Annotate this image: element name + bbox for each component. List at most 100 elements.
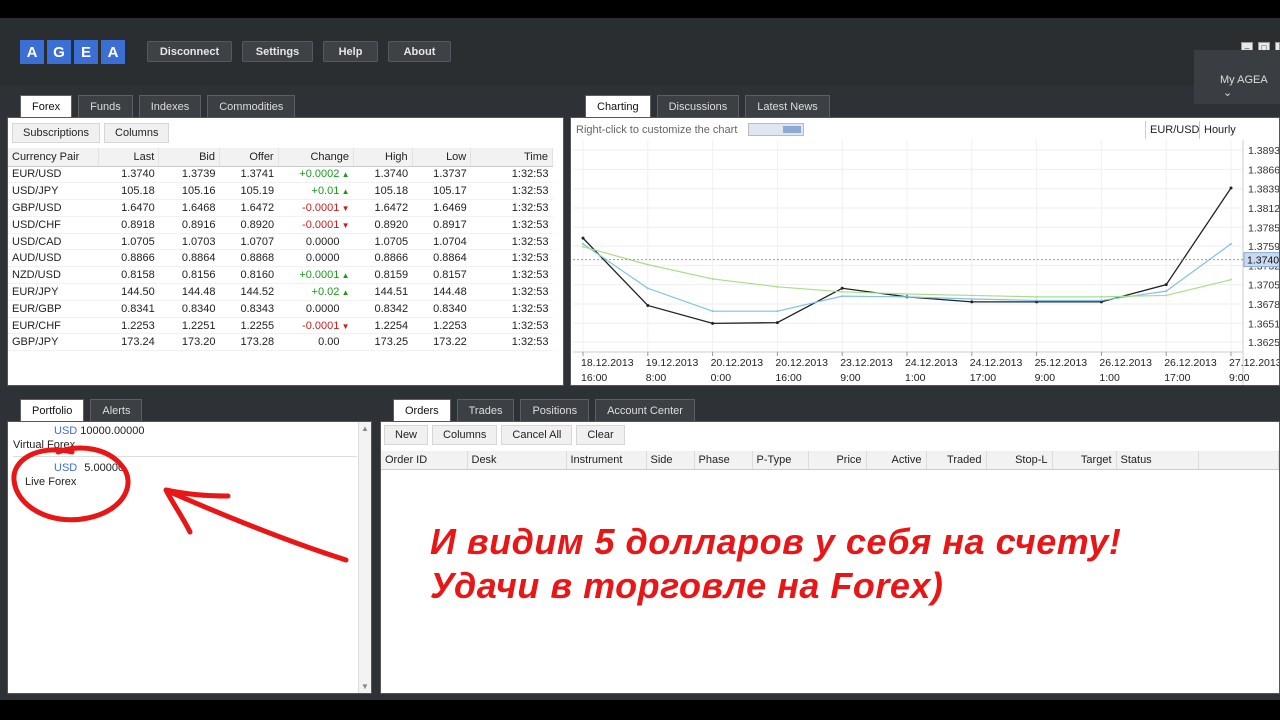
col-last[interactable]: Last — [98, 148, 160, 167]
annotation-text: И видим 5 долларов у себя на счету! Удач… — [430, 520, 1121, 608]
subscriptions-button[interactable]: Subscriptions — [12, 123, 101, 143]
my-agea-label: My AGEA — [1220, 74, 1268, 86]
table-row[interactable]: NZD/USD 0.8158 0.8156 0.8160 +0.0001 ▲ 0.8159… — [8, 266, 553, 285]
cell-time: 1:32:53 — [470, 233, 553, 251]
cell-change: 0.00 — [278, 333, 354, 352]
x-tick-label: 18.12.2013 — [581, 357, 634, 369]
cell-last: 1.0705 — [98, 233, 159, 251]
col-currency-pair[interactable]: Currency Pair — [8, 148, 99, 167]
cell-bid-value: 0.8916 — [181, 218, 216, 231]
cell-offer-value: 0.8920 — [240, 218, 275, 231]
cell-pair: GBP/JPY — [8, 333, 99, 352]
columns-button[interactable]: Columns — [104, 123, 170, 143]
data-point — [970, 298, 973, 300]
about-button[interactable]: About — [388, 41, 451, 62]
cell-last: 1.3740 — [98, 166, 159, 184]
tab-discussions[interactable]: Discussions — [656, 95, 740, 117]
table-row[interactable]: USD/CHF 0.8918 0.8916 0.8920 -0.0001 ▼ 0.8920… — [8, 216, 553, 234]
col-instrument[interactable]: Instrument — [566, 451, 647, 470]
help-button[interactable]: Help — [323, 41, 378, 62]
data-point — [970, 294, 973, 297]
cell-bid-value: 1.3739 — [181, 168, 216, 181]
cell-offer-value: 1.0707 — [240, 235, 275, 248]
col-low[interactable]: Low — [412, 148, 472, 167]
scroll-down-icon[interactable]: ▼ — [361, 682, 369, 691]
tab-positions[interactable]: Positions — [520, 399, 590, 421]
table-row[interactable]: USD/JPY 105.18 105.16 105.19 +0.01 ▲ 105.18 10… — [8, 182, 553, 201]
cell-last: 1.2253 — [98, 317, 159, 335]
col-change[interactable]: Change — [278, 148, 355, 167]
col-traded[interactable]: Traded — [926, 451, 987, 470]
cell-change-value: 0.0000 — [305, 252, 340, 265]
data-point — [711, 321, 715, 325]
table-row[interactable]: GBP/JPY 173.24 173.20 173.28 0.00 173.25 173.2… — [8, 333, 553, 352]
cell-time-value: 1:32:53 — [511, 201, 549, 214]
col-time[interactable]: Time — [470, 148, 553, 167]
tab-funds[interactable]: Funds — [78, 95, 133, 117]
table-row[interactable]: EUR/USD 1.3740 1.3739 1.3741 +0.0002 ▲ 1.3740… — [8, 166, 553, 184]
table-row[interactable]: USD/CAD 1.0705 1.0703 1.0707 0.0000 1.0705 1.0… — [8, 233, 553, 251]
cell-change-value: -0.0001 — [302, 319, 340, 332]
cell-time: 1:32:53 — [470, 182, 553, 201]
columns-button[interactable]: Columns — [432, 425, 498, 445]
table-row[interactable]: EUR/CHF 1.2253 1.2251 1.2255 -0.0001 ▼ 1.2254… — [8, 317, 553, 335]
table-row[interactable]: EUR/JPY 144.50 144.48 144.52 +0.02 ▲ 144.51 14… — [8, 283, 553, 301]
table-row[interactable]: AUD/USD 0.8866 0.8864 0.8868 0.0000 0.8866 0.8… — [8, 249, 553, 268]
col-target[interactable]: Target — [1052, 451, 1117, 470]
tab-portfolio[interactable]: Portfolio — [20, 399, 85, 421]
col-bid[interactable]: Bid — [158, 148, 220, 167]
col-status[interactable]: Status — [1116, 451, 1199, 470]
tab-indexes[interactable]: Indexes — [138, 95, 202, 117]
col-phase[interactable]: Phase — [694, 451, 753, 470]
col-high[interactable]: High — [353, 148, 413, 167]
col-side[interactable]: Side — [646, 451, 695, 470]
cell-low-value: 1.3737 — [433, 168, 467, 181]
disconnect-button[interactable]: Disconnect — [147, 41, 232, 62]
cell-high-value: 0.8159 — [374, 269, 409, 282]
col-stop-l[interactable]: Stop-L — [986, 451, 1053, 470]
cell-high: 173.25 — [353, 333, 413, 352]
tab-commodities[interactable]: Commodities — [207, 95, 296, 117]
x-tick-label: 8:00 — [646, 372, 667, 384]
cancel-all-button[interactable]: Cancel All — [501, 425, 573, 445]
tab-alerts[interactable]: Alerts — [90, 399, 143, 421]
tab-account-center[interactable]: Account Center — [595, 399, 695, 421]
chart-interval[interactable]: Hourly — [1199, 121, 1240, 139]
cell-offer: 105.19 — [219, 182, 279, 201]
col-desk[interactable]: Desk — [467, 451, 567, 470]
cell-last: 0.8866 — [98, 249, 159, 268]
col-active[interactable]: Active — [866, 451, 927, 470]
y-tick-label: 1.3866 — [1248, 164, 1279, 176]
table-row[interactable]: EUR/GBP 0.8341 0.8340 0.8343 0.0000 0.8342 0.8… — [8, 300, 553, 318]
cell-low-value: 1.6469 — [433, 201, 467, 214]
clear-button[interactable]: Clear — [576, 425, 625, 445]
data-point — [970, 300, 974, 304]
settings-button[interactable]: Settings — [242, 41, 313, 62]
tab-trades[interactable]: Trades — [456, 399, 515, 421]
my-agea-menu[interactable]: My AGEA ⌄ — [1194, 50, 1280, 104]
tab-charting[interactable]: Charting — [585, 95, 651, 117]
data-point — [841, 295, 844, 298]
col-p-type[interactable]: P-Type — [752, 451, 809, 470]
new-order-button[interactable]: New — [384, 425, 429, 445]
col-order-id[interactable]: Order ID — [381, 451, 468, 470]
chart-symbol[interactable]: EUR/USD — [1145, 121, 1204, 139]
chart-hint: Right-click to customize the chart — [576, 124, 738, 136]
cell-bid-value: 1.6468 — [181, 201, 216, 214]
tab-orders[interactable]: Orders — [393, 399, 451, 421]
table-row[interactable]: GBP/USD 1.6470 1.6468 1.6472 -0.0001 ▼ 1.6472… — [8, 199, 553, 217]
cell-change-value: -0.0001 — [302, 218, 340, 231]
cell-last: 0.8918 — [98, 216, 159, 234]
cell-time: 1:32:53 — [470, 199, 553, 217]
col-offer[interactable]: Offer — [219, 148, 279, 167]
tab-latest-news[interactable]: Latest News — [745, 95, 830, 117]
x-tick-label: 17:00 — [1164, 372, 1190, 384]
chart-panel: Right-click to customize the chart EUR/U… — [570, 117, 1280, 386]
tab-forex[interactable]: Forex — [20, 95, 73, 117]
cell-high-value: 0.8866 — [374, 252, 409, 265]
chart-toggle[interactable] — [748, 123, 804, 136]
data-point — [906, 295, 908, 298]
col-price[interactable]: Price — [808, 451, 867, 470]
price-chart[interactable]: 1.3893 1.3866 1.3839 1.3812 1.3785 1.3759 1.37… — [571, 140, 1279, 385]
cell-offer-value: 1.6472 — [240, 201, 275, 214]
